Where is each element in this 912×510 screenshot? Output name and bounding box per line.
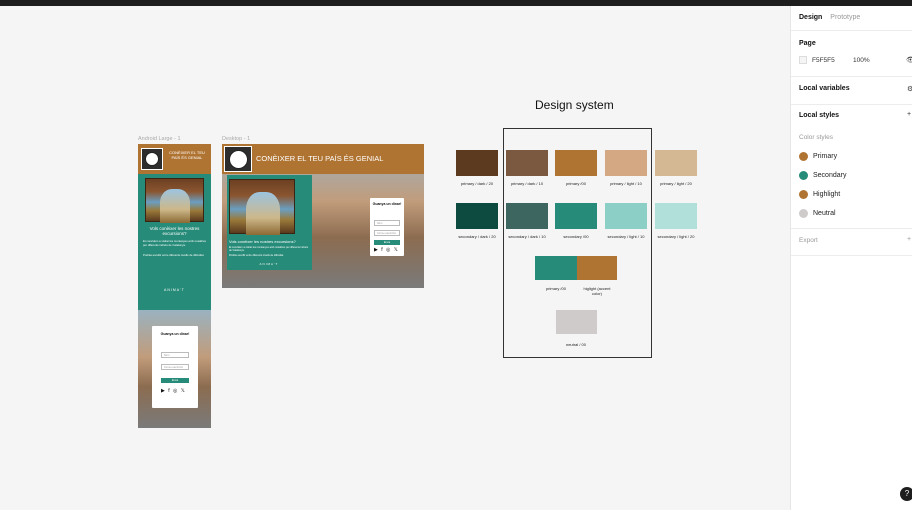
- tab-design[interactable]: Design: [799, 14, 822, 21]
- style-dot-neutral: [799, 209, 808, 218]
- panel-tabs: Design Prototype: [799, 14, 866, 21]
- style-dot-secondary: [799, 171, 808, 180]
- desktop-header: CONÈIXER EL TEU PAÍS ÉS GENIAL: [222, 144, 424, 174]
- primary-swatch-4[interactable]: [655, 150, 697, 176]
- android-frame[interactable]: CONÈIXER EL TEU PAÍS ÉS GENIAL Vols conè…: [138, 144, 211, 428]
- style-item-primary[interactable]: Primary: [799, 152, 837, 161]
- secondary-swatch-2[interactable]: [555, 203, 597, 229]
- desktop-hero-text1: Et convidem a visitar les muntanyes amb …: [229, 246, 309, 252]
- primary-swatch-label-4: primary / light / 20: [660, 181, 692, 186]
- export-title[interactable]: Export: [799, 237, 818, 244]
- style-name: Secondary: [813, 172, 847, 179]
- properties-panel: Design Prototype Page F5F5F5 100% 👁 Loca…: [790, 6, 912, 510]
- combo-highlight-swatch[interactable]: [577, 256, 617, 280]
- style-name: Primary: [813, 153, 838, 160]
- frame-label-android[interactable]: Android Large - 1: [138, 136, 181, 142]
- design-canvas[interactable]: Android Large - 1 CONÈIXER EL TEU PAÍS É…: [0, 6, 790, 510]
- desktop-signup-card: Guanya un dinar! Nom Correu electrònic E…: [370, 198, 404, 256]
- android-hero-text1: Et convidem a visitar les muntanyes amb …: [143, 239, 206, 247]
- android-hero-heading: Vols conèixer les nostres excursions?: [149, 226, 200, 236]
- android-send-button[interactable]: Envia: [161, 378, 189, 383]
- page-color-swatch[interactable]: [799, 56, 807, 64]
- desktop-name-input[interactable]: Nom: [374, 220, 400, 226]
- variables-icon[interactable]: ⚙: [907, 85, 912, 93]
- page-opacity-value[interactable]: 100%: [853, 57, 870, 64]
- combo-highlight-label: higlight (accent color): [583, 286, 611, 296]
- design-system-title: Design system: [535, 98, 614, 112]
- secondary-swatch-0[interactable]: [456, 203, 498, 229]
- primary-swatch-2[interactable]: [555, 150, 597, 176]
- desktop-hero-section: Vols conèixer les nostres excursions? Et…: [227, 175, 312, 270]
- android-card-title: Guanya un dinar!: [160, 332, 190, 336]
- page-section-title: Page: [799, 40, 816, 47]
- secondary-swatch-3[interactable]: [605, 203, 647, 229]
- android-signup-card: Guanya un dinar! Nom Correu electrònic E…: [152, 326, 198, 408]
- style-name: Highlight: [813, 191, 841, 198]
- desktop-header-title: CONÈIXER EL TEU PAÍS ÉS GENIAL: [256, 154, 384, 163]
- desktop-frame[interactable]: CONÈIXER EL TEU PAÍS ÉS GENIAL Vols conè…: [222, 144, 424, 288]
- frame-label-desktop[interactable]: Desktop - 1: [222, 136, 250, 142]
- style-item-highlight[interactable]: Highlight: [799, 190, 840, 199]
- secondary-swatch-1[interactable]: [506, 203, 548, 229]
- neutral-swatch[interactable]: [556, 310, 597, 334]
- secondary-swatch-label-4: secondary / light / 20: [657, 234, 695, 239]
- android-social-icons[interactable]: ▶ f ◎ 𝕏: [161, 388, 186, 394]
- divider: [791, 76, 912, 77]
- combo-primary-label: primary /00: [545, 286, 566, 291]
- primary-swatch-0[interactable]: [456, 150, 498, 176]
- style-dot-primary: [799, 152, 808, 161]
- divider: [791, 255, 912, 256]
- divider: [791, 228, 912, 229]
- style-item-secondary[interactable]: Secondary: [799, 171, 846, 180]
- desktop-email-input[interactable]: Correu electrònic: [374, 230, 400, 236]
- desktop-card-title: Guanya un dinar!: [372, 202, 402, 206]
- tab-prototype[interactable]: Prototype: [830, 14, 860, 21]
- primary-swatch-1[interactable]: [506, 150, 548, 176]
- desktop-social-icons[interactable]: ▶ f ◎ 𝕏: [374, 247, 399, 253]
- hiker-icon: [229, 150, 248, 169]
- desktop-send-button[interactable]: Envia: [374, 240, 400, 245]
- android-brand: ANIMA'T: [164, 288, 185, 292]
- secondary-swatch-4[interactable]: [655, 203, 697, 229]
- desktop-hero-heading: Vols conèixer les nostres excursions?: [229, 239, 296, 244]
- add-style-icon[interactable]: +: [907, 111, 911, 118]
- android-email-input[interactable]: Correu electrònic: [161, 364, 189, 370]
- page-color-value[interactable]: F5F5F5: [812, 57, 835, 64]
- add-export-icon[interactable]: +: [907, 236, 911, 243]
- logo-icon: [224, 146, 252, 172]
- android-header: CONÈIXER EL TEU PAÍS ÉS GENIAL: [138, 144, 211, 174]
- desktop-brand: ANIMA'T: [259, 262, 279, 266]
- style-name: Neutral: [813, 210, 836, 217]
- style-dot-highlight: [799, 190, 808, 199]
- divider: [791, 30, 912, 31]
- style-item-neutral[interactable]: Neutral: [799, 209, 836, 218]
- local-variables-title[interactable]: Local variables: [799, 85, 850, 92]
- eye-icon[interactable]: 👁: [906, 56, 912, 64]
- help-button[interactable]: ?: [900, 487, 912, 501]
- android-header-title: CONÈIXER EL TEU PAÍS ÉS GENIAL: [169, 150, 205, 160]
- neutral-label: neutral / 00: [565, 342, 586, 347]
- android-hero-section: Vols conèixer les nostres excursions? Et…: [138, 174, 211, 310]
- combo-primary-swatch[interactable]: [535, 256, 577, 280]
- logo-icon: [141, 148, 163, 170]
- android-hero-text2: Podràs escollir entre diferents nivells …: [143, 253, 205, 257]
- android-name-input[interactable]: Nom: [161, 352, 189, 358]
- divider: [791, 104, 912, 105]
- desktop-hero-text2: Podràs escollir entre diferents nivells …: [229, 254, 284, 257]
- color-styles-label: Color styles: [799, 134, 833, 141]
- hiker-icon: [145, 152, 159, 166]
- hero-photo: [145, 178, 204, 223]
- hero-photo: [229, 179, 295, 235]
- primary-swatch-3[interactable]: [605, 150, 647, 176]
- local-styles-title: Local styles: [799, 112, 840, 119]
